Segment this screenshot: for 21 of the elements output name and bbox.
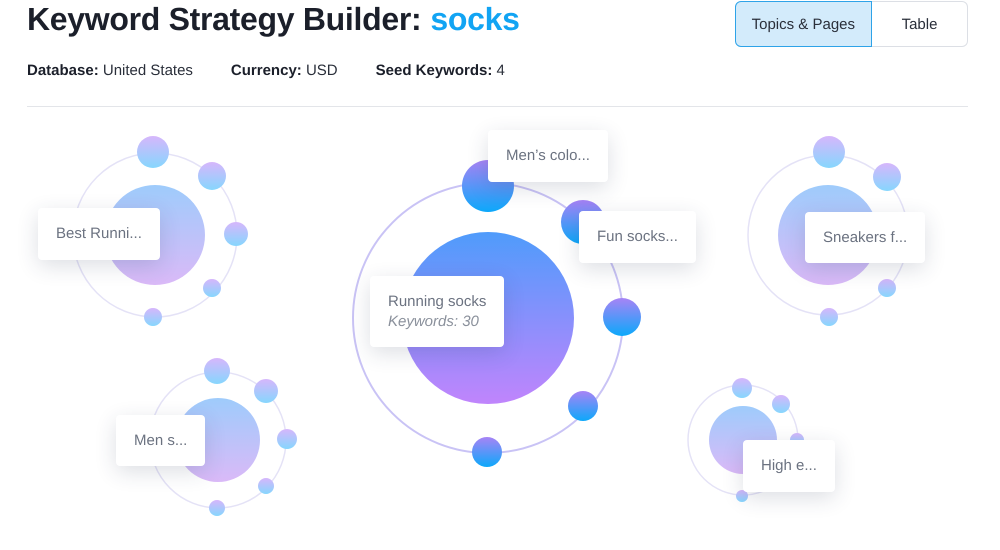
- view-tab[interactable]: Topics & Pages: [734, 1, 872, 47]
- keyword-count: Keywords: 30: [388, 312, 480, 332]
- topic-card[interactable]: Running socks Keywords: 30: [370, 276, 504, 347]
- topic-label: Best Runni...: [56, 224, 142, 244]
- topic-label: Running socks: [388, 292, 486, 312]
- view-tab[interactable]: Table: [872, 1, 968, 47]
- topic-label: Sneakers f...: [823, 228, 908, 248]
- topic-card[interactable]: Fun socks...: [579, 211, 696, 263]
- topic-label: Men’s colo...: [506, 146, 590, 166]
- meta-info: Database: United States: [27, 62, 193, 79]
- topic-card[interactable]: Sneakers f...: [805, 212, 926, 263]
- page-title: Keyword Strategy Builder: socks: [27, 0, 520, 38]
- topic-card[interactable]: High e...: [743, 440, 835, 492]
- topic-card[interactable]: Men’s colo...: [488, 130, 608, 182]
- topic-card[interactable]: Best Runni...: [38, 208, 160, 260]
- meta-info: Currency: USD: [230, 62, 338, 79]
- topic-label: Fun socks...: [597, 227, 678, 247]
- topic-card[interactable]: Men s...: [116, 415, 206, 466]
- topic-label: High e...: [761, 456, 817, 476]
- topic-label: Men s...: [134, 430, 188, 450]
- meta-info: Seed Keywords: 4: [376, 62, 505, 79]
